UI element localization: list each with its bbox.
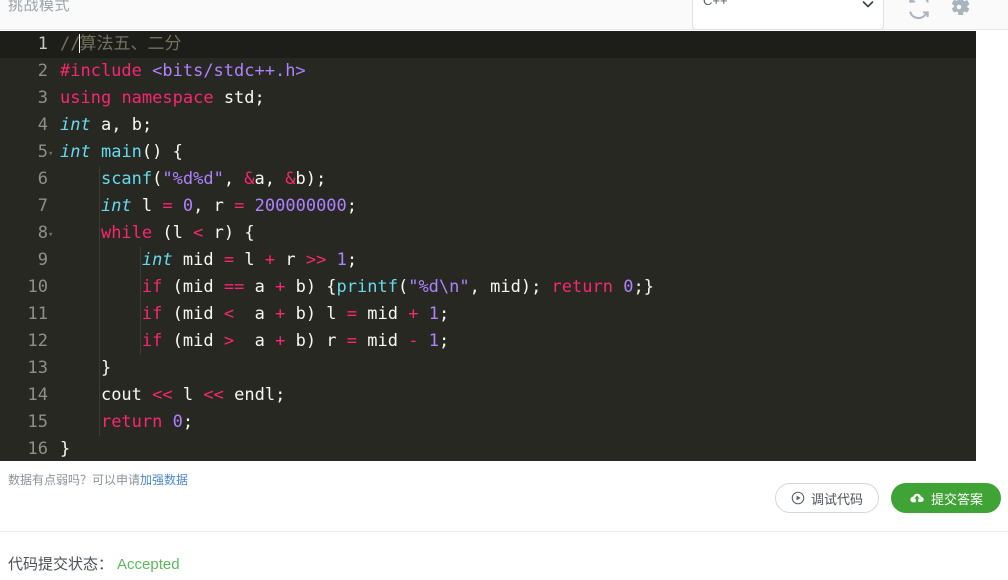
code-line-content: } xyxy=(60,439,71,459)
code-line-content: } xyxy=(60,358,112,378)
code-line-content: //算法五、二分 xyxy=(60,34,182,54)
line-number: 8 xyxy=(37,223,48,243)
line-number: 6 xyxy=(37,169,48,189)
code-line[interactable]: 14 cout << l << endl; xyxy=(0,382,976,409)
line-number: 12 xyxy=(27,331,48,351)
refresh-icon[interactable] xyxy=(906,0,932,20)
code-line-content: #include <bits/stdc++.h> xyxy=(60,61,306,81)
submission-status-value: Accepted xyxy=(117,556,180,573)
text-cursor xyxy=(79,34,81,53)
line-number: 1 xyxy=(37,34,48,54)
code-line-content: int main() { xyxy=(60,142,183,162)
language-select-value: C++ xyxy=(703,0,728,8)
code-line-content: scanf("%d%d", &a, &b); xyxy=(100,169,327,189)
code-line[interactable]: 3 using namespace std; xyxy=(0,85,976,112)
code-line[interactable]: 11 if (mid < a + b) l = mid + 1; xyxy=(0,301,976,328)
debug-code-button[interactable]: 调试代码 xyxy=(775,483,879,513)
code-line-content: int mid = l + r >> 1; xyxy=(141,250,358,270)
line-number: 9 xyxy=(37,250,48,270)
fold-toggle-icon[interactable]: ▾ xyxy=(48,139,56,166)
hint-text: 数据有点弱吗？可以申请 xyxy=(8,473,141,487)
code-line-content: while (l < r) { xyxy=(100,223,255,243)
chevron-down-icon xyxy=(862,0,874,9)
submit-answer-label: 提交答案 xyxy=(930,491,983,507)
code-editor[interactable]: 1 //算法五、二分 2 #include <bits/stdc++.h> 3 using… xyxy=(0,31,976,461)
code-line[interactable]: 8 ▾ while (l < r) { xyxy=(0,220,976,247)
strengthen-data-hint: 数据有点弱吗？可以申请加强数据 xyxy=(8,471,188,488)
debug-code-label: 调试代码 xyxy=(810,491,863,507)
code-line[interactable]: 15 return 0; xyxy=(0,409,976,436)
code-line[interactable]: 13 } xyxy=(0,355,976,382)
code-line[interactable]: 5 ▾ int main() { xyxy=(0,139,976,166)
strengthen-data-link[interactable]: 加强数据 xyxy=(140,473,188,487)
code-line[interactable]: 2 #include <bits/stdc++.h> xyxy=(0,58,976,85)
code-line[interactable]: 16} xyxy=(0,436,976,461)
submission-status-label: 代码提交状态： xyxy=(8,556,114,573)
code-line-content: using namespace std; xyxy=(60,88,265,108)
code-line[interactable]: 10 if (mid == a + b) {printf("%d\n", mid… xyxy=(0,274,976,301)
code-line-content: return 0; xyxy=(100,412,194,432)
footer-divider xyxy=(0,531,1008,532)
line-number: 2 xyxy=(37,61,48,81)
line-number: 7 xyxy=(37,196,48,216)
code-line-content: if (mid == a + b) {printf("%d\n", mid); … xyxy=(141,277,654,297)
line-number: 15 xyxy=(27,412,48,432)
language-select[interactable]: C++ xyxy=(692,0,884,30)
code-line[interactable]: 6 scanf("%d%d", &a, &b); xyxy=(0,166,976,193)
code-line[interactable]: 4 int a, b; xyxy=(0,112,976,139)
line-number: 11 xyxy=(27,304,48,324)
code-line[interactable]: 9 int mid = l + r >> 1; xyxy=(0,247,976,274)
submit-answer-button[interactable]: 提交答案 xyxy=(891,483,1001,513)
line-number: 5 xyxy=(37,142,48,162)
fold-toggle-icon[interactable]: ▾ xyxy=(48,220,56,247)
code-line[interactable]: 1 //算法五、二分 xyxy=(0,31,976,58)
code-line[interactable]: 7 int l = 0, r = 200000000; xyxy=(0,193,976,220)
upload-cloud-icon xyxy=(909,491,925,506)
line-number: 4 xyxy=(37,115,48,135)
line-number: 10 xyxy=(27,277,48,297)
code-line-content: int l = 0, r = 200000000; xyxy=(100,196,358,216)
submission-status: 代码提交状态： Accepted xyxy=(8,553,180,574)
line-number: 14 xyxy=(27,385,48,405)
gear-icon[interactable] xyxy=(946,0,972,20)
line-number: 13 xyxy=(27,358,48,378)
line-number: 3 xyxy=(37,88,48,108)
challenge-mode-label: 挑战模式 xyxy=(8,0,71,14)
editor-toolbar: 挑战模式 C++ xyxy=(0,0,1008,30)
line-number: 16 xyxy=(27,439,48,459)
play-circle-icon xyxy=(791,491,805,505)
code-line-content: int a, b; xyxy=(60,115,153,135)
code-line-content: if (mid < a + b) l = mid + 1; xyxy=(141,304,450,324)
code-line-content: if (mid > a + b) r = mid - 1; xyxy=(141,331,450,351)
code-line-content: cout << l << endl; xyxy=(100,385,286,405)
code-line[interactable]: 12 if (mid > a + b) r = mid - 1; xyxy=(0,328,976,355)
